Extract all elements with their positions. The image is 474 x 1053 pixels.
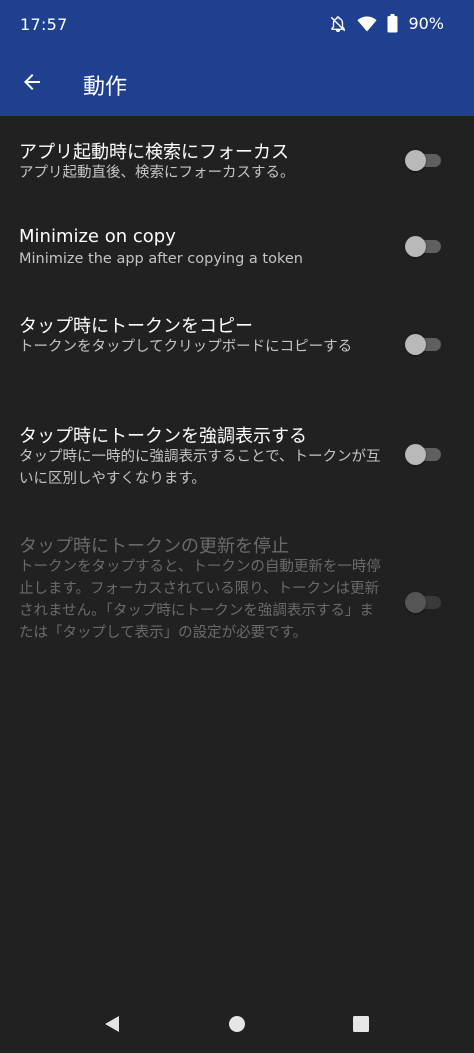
switch-thumb	[405, 334, 426, 355]
toggle-switch[interactable]	[405, 442, 443, 466]
back-triangle-icon	[103, 1015, 121, 1037]
app-bar: 動作	[0, 52, 474, 116]
setting-title: アプリ起動時に検索にフォーカス	[19, 142, 289, 163]
setting-minimize-on-copy[interactable]: Minimize on copy Minimize the app after …	[0, 204, 474, 290]
setting-summary: トークンをタップしてクリップボードにコピーする	[19, 339, 353, 355]
nav-home-button[interactable]	[222, 1011, 252, 1041]
recents-square-icon	[352, 1015, 370, 1037]
setting-summary: トークンをタップすると、トークンの自動更新を一時停止します。フォーカスされている…	[19, 559, 381, 641]
setting-title: Minimize on copy	[19, 226, 176, 247]
battery-icon	[387, 14, 398, 33]
battery-percent: 90%	[408, 14, 444, 33]
switch-thumb	[405, 150, 426, 171]
setting-summary: Minimize the app after copying a token	[19, 251, 303, 267]
switch-thumb	[405, 236, 426, 257]
setting-copy-on-tap[interactable]: タップ時にトークンをコピー トークンをタップしてクリップボードにコピーする	[0, 290, 474, 400]
switch-thumb	[405, 592, 426, 613]
status-icons: 90%	[329, 14, 444, 33]
toggle-switch[interactable]	[405, 148, 443, 172]
toggle-switch[interactable]	[405, 332, 443, 356]
switch-thumb	[405, 444, 426, 465]
setting-highlight-on-tap[interactable]: タップ時にトークンを強調表示する タップ時に一時的に強調表示することで、トークン…	[0, 400, 474, 514]
status-bar: 17:57 90%	[0, 0, 474, 52]
wifi-icon	[357, 15, 378, 33]
setting-focus-search-on-launch[interactable]: アプリ起動時に検索にフォーカス アプリ起動直後、検索にフォーカスする。	[0, 116, 474, 204]
home-circle-icon	[228, 1015, 246, 1037]
screen: 17:57 90% 動作 アプリ起動時に検索にフォーカス アプリ起動直後、検索に…	[0, 0, 474, 1053]
setting-summary: タップ時に一時的に強調表示することで、トークンが互いに区別しやすくなります。	[19, 449, 381, 487]
arrow-left-icon	[20, 70, 44, 98]
status-time: 17:57	[20, 15, 68, 34]
setting-title: タップ時にトークンを強調表示する	[19, 426, 307, 447]
page-title: 動作	[83, 75, 128, 100]
navigation-bar	[0, 999, 474, 1053]
nav-recents-button[interactable]	[346, 1011, 376, 1041]
toggle-switch	[405, 590, 443, 614]
setting-pause-refresh-on-tap: タップ時にトークンの更新を停止 トークンをタップすると、トークンの自動更新を一時…	[0, 514, 474, 694]
back-button[interactable]	[14, 66, 50, 102]
setting-title: タップ時にトークンをコピー	[19, 316, 253, 337]
toggle-switch[interactable]	[405, 234, 443, 258]
nav-back-button[interactable]	[97, 1011, 127, 1041]
bell-off-icon	[329, 15, 347, 33]
setting-summary: アプリ起動直後、検索にフォーカスする。	[19, 165, 295, 181]
setting-title: タップ時にトークンの更新を停止	[19, 536, 289, 557]
